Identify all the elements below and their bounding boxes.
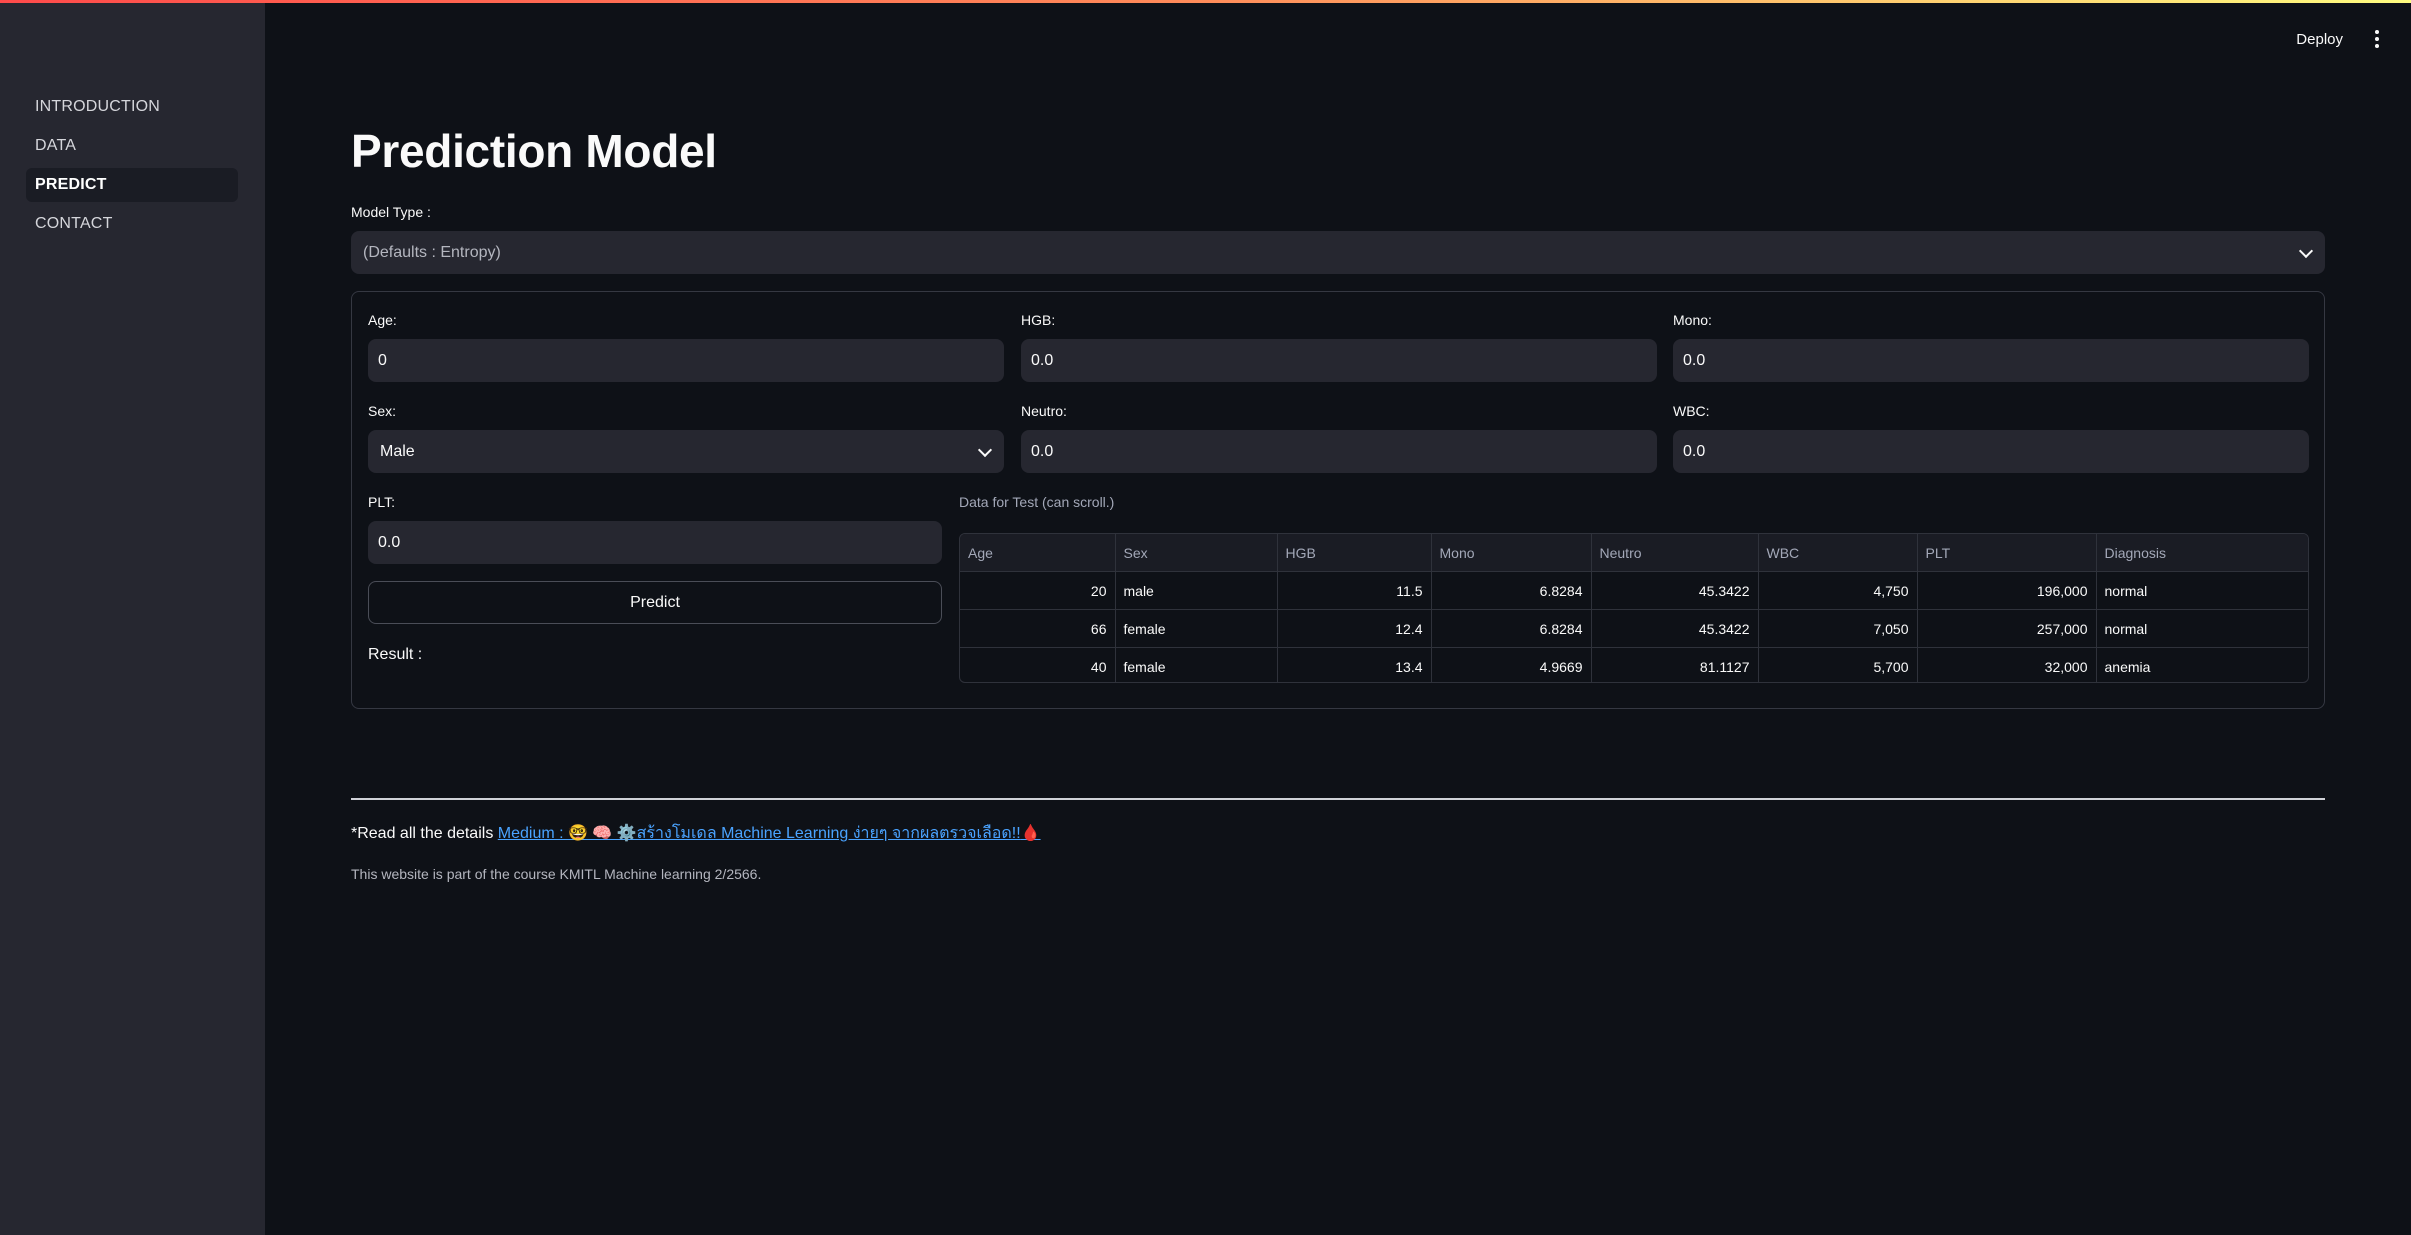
table-cell: 66 — [960, 609, 1116, 648]
sidebar-item-data[interactable]: DATA — [26, 129, 238, 163]
table-header-row: Age Sex HGB Mono Neutro WBC PLT Diagnosi… — [960, 534, 2308, 572]
table-cell: 7,050 — [1758, 609, 1918, 648]
table-row: 66 female 12.4 6.8284 45.3422 7,050 257,… — [960, 609, 2308, 648]
header-toolbar: Deploy — [2296, 28, 2383, 50]
table-cell: normal — [2096, 609, 2308, 648]
column-header-diagnosis[interactable]: Diagnosis — [2096, 534, 2308, 572]
sidebar-item-contact[interactable]: CONTACT — [26, 207, 238, 241]
model-type-label: Model Type : — [351, 204, 431, 220]
divider — [351, 798, 2325, 800]
deploy-button[interactable]: Deploy — [2296, 31, 2343, 48]
chevron-down-icon — [2298, 243, 2314, 259]
table-cell: female — [1115, 647, 1278, 682]
column-header-plt[interactable]: PLT — [1917, 534, 2097, 572]
column-header-neutro[interactable]: Neutro — [1591, 534, 1759, 572]
mono-label: Mono: — [1673, 312, 1712, 328]
kebab-menu-icon[interactable] — [2371, 28, 2383, 50]
chevron-down-icon — [977, 442, 993, 458]
sidebar-item-predict[interactable]: PREDICT — [26, 168, 238, 202]
column-header-age[interactable]: Age — [960, 534, 1116, 572]
plt-field-group: PLT: 0.0 — [368, 494, 942, 564]
sidebar-item-introduction[interactable]: INTRODUCTION — [26, 90, 238, 124]
table-cell: 6.8284 — [1431, 609, 1592, 648]
table-cell: 40 — [960, 647, 1116, 682]
hgb-label: HGB: — [1021, 312, 1056, 328]
sex-label: Sex: — [368, 403, 397, 419]
read-more-prefix: *Read all the details — [351, 825, 494, 842]
table-cell: normal — [2096, 571, 2308, 610]
model-type-select[interactable]: (Defaults : Entropy) — [351, 231, 2325, 274]
plt-label: PLT: — [368, 494, 395, 510]
table-cell: 13.4 — [1277, 647, 1432, 682]
table-cell: 5,700 — [1758, 647, 1918, 682]
neutro-field-group: Neutro: 0.0 — [1021, 403, 1657, 473]
wbc-field-group: WBC: 0.0 — [1673, 403, 2309, 473]
table-row: 40 female 13.4 4.9669 81.1127 5,700 32,0… — [960, 647, 2308, 682]
sex-select[interactable]: Male — [368, 430, 1004, 473]
column-header-hgb[interactable]: HGB — [1277, 534, 1432, 572]
predict-button[interactable]: Predict — [368, 581, 942, 624]
test-data-table[interactable]: Age Sex HGB Mono Neutro WBC PLT Diagnosi… — [959, 533, 2309, 683]
table-cell: 20 — [960, 571, 1116, 610]
medium-article-link[interactable]: Medium : 🤓 🧠 ⚙️สร้างโมเดล Machine Learni… — [498, 825, 1041, 842]
neutro-input[interactable]: 0.0 — [1021, 430, 1657, 473]
table-cell: 4.9669 — [1431, 647, 1592, 682]
medium-link-text: Medium : 🤓 🧠 ⚙️สร้างโมเดล Machine Learni… — [497, 825, 1021, 842]
prediction-form: Age: 0 HGB: 0.0 Mono: 0.0 Sex: Male Neut… — [351, 291, 2325, 709]
sex-field-group: Sex: Male — [368, 403, 1004, 473]
sidebar: INTRODUCTION DATA PREDICT CONTACT — [0, 0, 265, 1235]
course-note: This website is part of the course KMITL… — [351, 866, 762, 882]
table-cell: 32,000 — [1917, 647, 2097, 682]
table-caption: Data for Test (can scroll.) — [959, 494, 1115, 510]
table-cell: 11.5 — [1277, 571, 1432, 610]
model-type-value: (Defaults : Entropy) — [363, 244, 501, 261]
wbc-label: WBC: — [1673, 403, 1710, 419]
top-accent-bar — [0, 0, 2411, 3]
table-row: 20 male 11.5 6.8284 45.3422 4,750 196,00… — [960, 571, 2308, 610]
wbc-input[interactable]: 0.0 — [1673, 430, 2309, 473]
mono-input[interactable]: 0.0 — [1673, 339, 2309, 382]
table-cell: 45.3422 — [1591, 571, 1759, 610]
table-cell: anemia — [2104, 658, 2151, 675]
table-cell: 6.8284 — [1431, 571, 1592, 610]
page-title: Prediction Model — [351, 125, 717, 177]
sidebar-nav: INTRODUCTION DATA PREDICT CONTACT — [26, 90, 238, 246]
table-cell: 4,750 — [1758, 571, 1918, 610]
column-header-wbc[interactable]: WBC — [1758, 534, 1918, 572]
blood-drop-icon: 🩸 — [1020, 825, 1041, 842]
table-cell: 45.3422 — [1591, 609, 1759, 648]
hgb-field-group: HGB: 0.0 — [1021, 312, 1657, 382]
result-label: Result : — [368, 646, 423, 663]
age-label: Age: — [368, 312, 397, 328]
table-cell: 81.1127 — [1591, 647, 1759, 682]
table-cell: 12.4 — [1277, 609, 1432, 648]
table-cell: 257,000 — [1917, 609, 2097, 648]
age-input[interactable]: 0 — [368, 339, 1004, 382]
table-cell: female — [1115, 609, 1278, 648]
table-cell: 196,000 — [1917, 571, 2097, 610]
age-field-group: Age: 0 — [368, 312, 1004, 382]
read-more-line: *Read all the details Medium : 🤓 🧠 ⚙️สร้… — [351, 821, 1041, 846]
sex-value: Male — [380, 443, 415, 460]
table-cell: male — [1115, 571, 1278, 610]
mono-field-group: Mono: 0.0 — [1673, 312, 2309, 382]
column-header-sex[interactable]: Sex — [1115, 534, 1278, 572]
column-header-mono[interactable]: Mono — [1431, 534, 1592, 572]
neutro-label: Neutro: — [1021, 403, 1067, 419]
plt-input[interactable]: 0.0 — [368, 521, 942, 564]
hgb-input[interactable]: 0.0 — [1021, 339, 1657, 382]
